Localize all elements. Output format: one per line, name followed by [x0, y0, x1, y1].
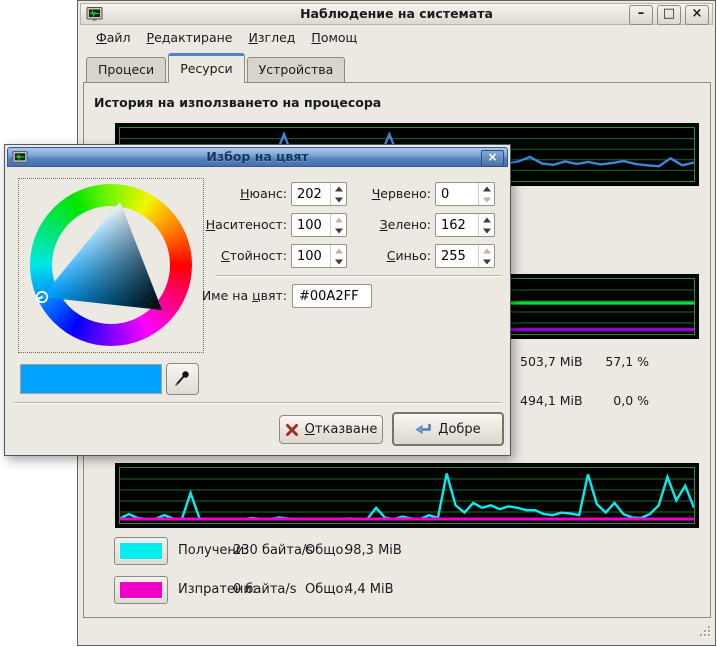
received-total: 98,3 MiB [345, 537, 402, 565]
swap-used-percent: 0,0 % [565, 393, 649, 408]
network-sent-row: Изпратени: 0 байта/s Общо: 4,4 MiB [84, 576, 710, 604]
value-input[interactable] [292, 245, 330, 267]
tab-devices[interactable]: Устройства [247, 57, 346, 82]
sent-color-swatch [119, 581, 163, 599]
red-up-arrow[interactable] [479, 183, 494, 194]
dialog-title: Избор на цвят [8, 149, 507, 164]
green-spinner[interactable] [435, 213, 495, 237]
green-up-arrow[interactable] [479, 214, 494, 225]
tab-processes[interactable]: Процеси [86, 57, 166, 82]
received-color-swatch [119, 542, 163, 560]
green-label: Зелено: [335, 213, 431, 237]
hue-label: Нюанс: [155, 182, 287, 206]
sent-color-button[interactable] [114, 576, 168, 604]
menu-view[interactable]: Изглед [241, 28, 304, 47]
ok-enter-icon [415, 422, 432, 436]
green-input[interactable] [436, 214, 478, 236]
received-rate: 230 байта/s [233, 537, 313, 565]
ok-button-label: Добре [438, 422, 480, 437]
close-button[interactable]: × [685, 5, 709, 25]
menu-help[interactable]: Помощ [303, 28, 365, 47]
green-down-arrow[interactable] [479, 225, 494, 236]
cancel-button[interactable]: Отказване [279, 415, 383, 444]
color-name-input[interactable] [292, 284, 372, 308]
eyedropper-icon [174, 369, 190, 387]
statusbar [78, 619, 715, 645]
saturation-input[interactable] [292, 214, 330, 236]
saturation-label: Наситеност: [155, 213, 287, 237]
main-titlebar[interactable]: Наблюдение на системата – □ × [80, 3, 713, 25]
color-preview-swatch [20, 364, 162, 394]
eyedropper-button[interactable] [166, 363, 199, 395]
window-title: Наблюдение на системата [81, 6, 712, 21]
sent-rate: 0 байта/s [233, 576, 297, 604]
sent-total: 4,4 MiB [345, 576, 394, 604]
red-label: Червено: [335, 182, 431, 206]
actions-separator [13, 402, 502, 404]
minimize-button[interactable]: – [629, 5, 653, 25]
dialog-close-button[interactable]: × [481, 150, 504, 167]
tabstrip: Процеси Ресурси Устройства [83, 51, 710, 82]
hue-input[interactable] [292, 183, 330, 205]
ok-button[interactable]: Добре [392, 412, 504, 446]
cpu-section-title: История на използването на процесора [94, 95, 381, 110]
received-total-label: Общо: [305, 537, 348, 565]
network-received-row: Получени: 230 байта/s Общо: 98,3 MiB [84, 537, 710, 565]
dialog-titlebar[interactable]: Избор на цвят × [7, 147, 508, 167]
blue-down-arrow[interactable] [479, 256, 494, 267]
cancel-x-icon [285, 423, 299, 437]
blue-spinner[interactable] [435, 244, 495, 268]
menubar: Файл Редактиране Изглед Помощ [80, 26, 713, 49]
blue-input[interactable] [436, 245, 478, 267]
red-input[interactable] [436, 183, 478, 205]
cancel-button-label: Отказване [305, 422, 378, 437]
menu-edit[interactable]: Редактиране [139, 28, 241, 47]
red-spinner[interactable] [435, 182, 495, 206]
tab-resources[interactable]: Ресурси [168, 53, 244, 83]
received-color-button[interactable] [114, 537, 168, 565]
resize-grip[interactable] [698, 625, 712, 642]
memory-used-percent: 57,1 % [565, 354, 649, 369]
blue-label: Синьо: [335, 244, 431, 268]
blue-up-arrow[interactable] [479, 245, 494, 256]
fields-separator [216, 275, 502, 277]
value-label: Стойност: [155, 244, 287, 268]
maximize-button[interactable]: □ [657, 5, 681, 25]
network-history-chart [115, 463, 699, 528]
color-picker-dialog: Избор на цвят × Нюанс: [4, 144, 511, 456]
color-name-label: Име на цвят: [155, 284, 287, 308]
red-down-arrow[interactable] [479, 194, 494, 205]
sent-total-label: Общо: [305, 576, 348, 604]
menu-file[interactable]: Файл [88, 28, 139, 47]
